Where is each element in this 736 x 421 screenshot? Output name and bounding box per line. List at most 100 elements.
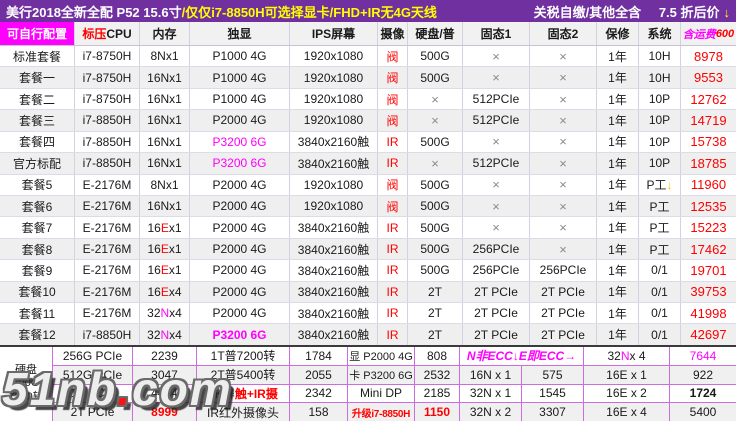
text-part: 1年: [608, 48, 627, 65]
addon-rows: 256G PCIe22391T普7200转1784显 P2000 4G808N非…: [53, 347, 736, 421]
text-part: P2000 4G: [212, 306, 266, 320]
text-part: 2T PCIe: [541, 285, 585, 299]
cell-ram: 16Nx1: [140, 110, 190, 130]
text-part: 2T普5400转: [211, 366, 276, 383]
cell-warranty: 1年: [597, 239, 639, 259]
cell-gpu: P2000 4G: [190, 217, 290, 237]
cell-ssd2: ×: [530, 46, 597, 66]
cell-option-label: 16E x 4: [584, 403, 670, 421]
text-part: 1年: [608, 305, 627, 322]
cell-ram: 32Nx4: [140, 303, 190, 323]
cell-ssd2: 256PCIe: [530, 260, 597, 280]
cell-config-name: 套餐四: [0, 132, 75, 152]
cell-option-price: 3047: [133, 366, 197, 384]
text-part: x4: [169, 328, 182, 342]
text-part: 2055: [305, 368, 332, 382]
cell-ssd1: ×: [463, 217, 530, 237]
text-part: P2000 4G: [212, 221, 266, 235]
text-part: 触+IR摄: [235, 385, 278, 402]
text-part: 575: [542, 368, 562, 382]
text-part: 16: [147, 242, 160, 256]
cell-option-price: 7644: [670, 347, 736, 365]
text-part: 3307: [539, 405, 566, 419]
text-part: 2T PCIe: [71, 405, 115, 419]
cell-price: 15223: [681, 217, 736, 237]
cell-warranty: 1年: [597, 175, 639, 195]
text-part: ×: [559, 156, 567, 171]
cell-hdd: ×: [408, 153, 463, 173]
title-main: 美行2018全新全配 P52 15.6寸: [6, 5, 182, 20]
cell-screen: 1920x1080: [290, 110, 378, 130]
cell-option-label: 32N x 1: [460, 385, 522, 403]
cell-gpu: P2000 4G: [190, 196, 290, 216]
cell-cpu: E-2176M: [75, 239, 140, 259]
cell-option-price: 575: [522, 366, 584, 384]
cell-cpu: i7-8850H: [75, 324, 140, 344]
text-part: 922: [693, 368, 713, 382]
text-part: ×: [559, 92, 567, 107]
down-arrow-icon: ↓: [724, 5, 731, 20]
table-row: 套餐5E-2176M8Nx1P2000 4G1920x1080阀500G××1年…: [0, 175, 736, 196]
cell-os: P工: [639, 217, 681, 237]
text-part: 2T PCIe: [541, 328, 585, 342]
text-part: 512PCIe: [473, 92, 520, 106]
text-part: 1年: [608, 91, 627, 108]
cell-config-name: 官方标配: [0, 153, 75, 173]
cell-camera: 阀: [378, 67, 408, 87]
cell-ram: 16Nx1: [140, 196, 190, 216]
text-part: 256G PCIe: [63, 349, 122, 363]
cell-ram: 16Nx1: [140, 153, 190, 173]
text-part: 32: [147, 328, 160, 342]
table-row: 套餐9E-2176M16Ex1P2000 4G3840x2160触IR500G2…: [0, 260, 736, 281]
table-row: 套餐12i7-8850H32Nx4P3200 6G3840x2160触IR2T2…: [0, 324, 736, 345]
text-part: 3840x2160触: [298, 219, 369, 236]
cell-config-name: 套餐12: [0, 324, 75, 344]
text-part: 500G: [420, 242, 449, 256]
text-part: ×: [492, 49, 500, 64]
cell-gpu: P2000 4G: [190, 239, 290, 259]
cell-screen: 1920x1080: [290, 196, 378, 216]
text-part: E: [161, 221, 169, 235]
cell-price: 15738: [681, 132, 736, 152]
text-part: 固态1: [481, 25, 512, 42]
cell-option-label: 1T PCIe: [53, 385, 133, 403]
text-part: IR: [387, 285, 399, 299]
text-part: 3840x2160触: [298, 133, 369, 150]
cell-os: 10H: [639, 46, 681, 66]
text-part: 500G: [420, 178, 449, 192]
cell-warranty: 1年: [597, 217, 639, 237]
text-part: 套餐6: [22, 198, 53, 215]
price-sheet: 美行2018全新全配 P52 15.6寸/仅仅i7-8850H可选择显卡/FHD…: [0, 0, 736, 421]
cell-screen: 3840x2160触: [290, 282, 378, 302]
text-part: 16Nx1: [147, 156, 182, 170]
cell-option-label: 16N x 1: [460, 366, 522, 384]
text-part: 2T PCIe: [541, 306, 585, 320]
text-part: 0/1: [651, 263, 668, 277]
cell-ssd1: 2T PCIe: [463, 303, 530, 323]
text-part: 12535: [690, 199, 726, 214]
text-part: 600: [716, 28, 734, 40]
cell-hdd: 500G: [408, 239, 463, 259]
cell-config-name: 套餐二: [0, 89, 75, 109]
text-part: i7-8850H: [83, 135, 132, 149]
addon-row: 256G PCIe22391T普7200转1784显 P2000 4G808N非…: [53, 347, 736, 366]
text-part: P1000 4G: [212, 92, 266, 106]
cell-config-name: 套餐三: [0, 110, 75, 130]
cell-ssd1: 256PCIe: [463, 260, 530, 280]
cell-ram: 16Nx1: [140, 89, 190, 109]
cell-config-name: 套餐9: [0, 260, 75, 280]
title-bar: 美行2018全新全配 P52 15.6寸/仅仅i7-8850H可选择显卡/FHD…: [0, 0, 736, 22]
text-part: 16: [147, 263, 160, 277]
cell-warranty: 1年: [597, 132, 639, 152]
header-cell-ssd2: 固态2: [530, 22, 597, 45]
text-part: 8Nx1: [150, 49, 178, 63]
cell-config-name: 标准套餐: [0, 46, 75, 66]
text-part: 套餐四: [19, 133, 55, 150]
cell-gpu: P2000 4G: [190, 303, 290, 323]
text-part: x1: [169, 221, 182, 235]
header-cell-camera: 摄像: [378, 22, 408, 45]
text-part: P2000 4G: [212, 199, 266, 213]
cell-hdd: 500G: [408, 46, 463, 66]
cell-os: P工: [639, 239, 681, 259]
cell-hdd: 500G: [408, 67, 463, 87]
